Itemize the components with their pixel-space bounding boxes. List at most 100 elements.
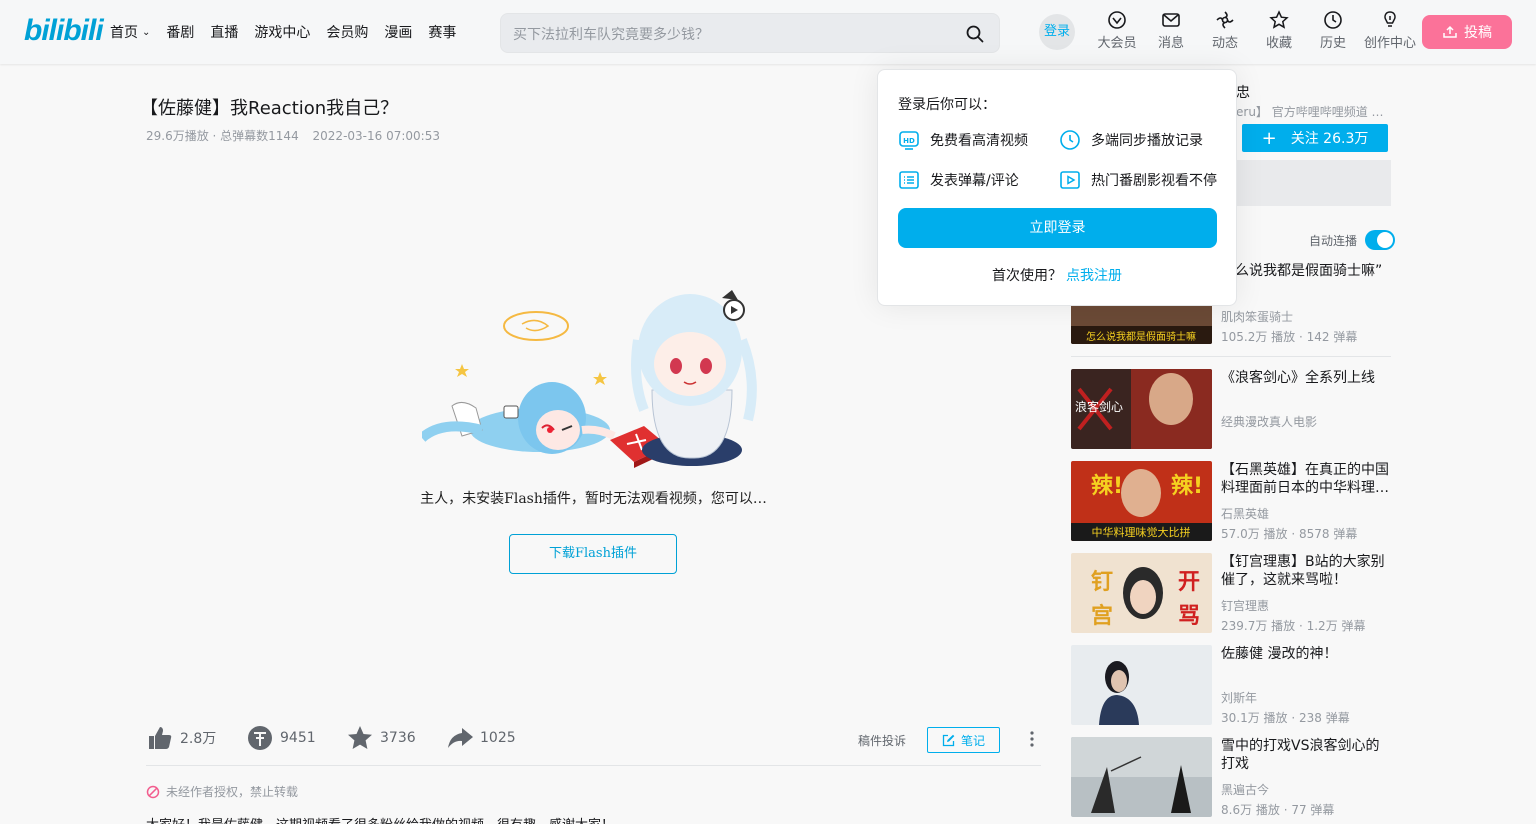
perk-sync: 多端同步播放记录: [1059, 129, 1203, 151]
download-flash-button[interactable]: 下载Flash插件: [509, 534, 677, 574]
favorites-entry[interactable]: 收藏: [1252, 10, 1306, 51]
first-time-text: 首次使用？: [992, 268, 1062, 284]
rec-uploader[interactable]: 钉宫理惠: [1221, 597, 1269, 614]
vip-label: 大会员: [1097, 36, 1137, 51]
perk-anime-label: 热门番剧影视看不停: [1091, 173, 1217, 189]
perk-comment: 发表弹幕/评论: [898, 169, 1019, 191]
nav-live[interactable]: 直播: [210, 22, 238, 42]
nav-home-label: 首页: [110, 25, 138, 41]
perk-sync-label: 多端同步播放记录: [1091, 133, 1203, 149]
nav-manga[interactable]: 漫画: [384, 22, 412, 42]
uploader-name[interactable]: 忠: [1236, 82, 1250, 102]
like-count: 2.8万: [180, 731, 217, 747]
rec-title[interactable]: 怎么说我都是假面骑士嘛”: [1221, 262, 1391, 280]
rec-title[interactable]: 【石黑英雄】在真正的中国料理面前日本的中华料理…: [1221, 461, 1391, 497]
login-avatar-button[interactable]: 登录: [1039, 14, 1075, 50]
perk-hd-label: 免费看高清视频: [930, 133, 1028, 149]
star-icon: [1269, 10, 1289, 29]
rec-stats: 105.2万 播放 · 142 弹幕: [1221, 330, 1358, 344]
rec-uploader[interactable]: 石黑英雄: [1221, 505, 1269, 522]
rec-stats: 8.6万 播放 · 77 弹幕: [1221, 803, 1335, 817]
share-button[interactable]: 1025: [446, 724, 516, 752]
login-popup: 登录后你可以： HD 免费看高清视频 多端同步播放记录 发表弹幕/评论 热门番剧…: [877, 69, 1237, 306]
header-right-icons: 大会员 消息 动态 收藏 历史 创作中心: [1090, 10, 1420, 51]
list-item[interactable]: 雪中的打戏VS浪客剑心的打戏 黑遍古今 8.6万 播放 · 77 弹幕: [1071, 737, 1391, 817]
register-prompt: 首次使用？ 点我注册: [878, 265, 1236, 285]
svg-text:辣!: 辣!: [1091, 473, 1123, 499]
svg-text:HD: HD: [903, 137, 915, 145]
thumbnail-caption: 中华料理味觉大比拼: [1092, 525, 1191, 539]
search-icon[interactable]: [965, 24, 985, 44]
like-button[interactable]: 2.8万: [146, 724, 216, 752]
autoplay-switch[interactable]: [1365, 230, 1396, 250]
video-thumbnail: [1071, 737, 1212, 817]
thumbnail-caption: 浪客剑心: [1075, 399, 1123, 414]
rec-uploader[interactable]: 黑遍古今: [1221, 781, 1269, 798]
rec-uploader[interactable]: 肌肉笨蛋骑士: [1221, 308, 1293, 325]
clock-icon: [1060, 130, 1080, 150]
video-thumbnail: 钉宫 开骂: [1071, 553, 1212, 633]
video-date: 2022-03-16 07:00:53: [312, 129, 440, 143]
list-item[interactable]: 浪客剑心 《浪客剑心》全系列上线 经典漫改真人电影: [1071, 369, 1391, 449]
rec-uploader[interactable]: 刘斯年: [1221, 689, 1257, 706]
coin-count: 9451: [280, 730, 316, 746]
svg-text:辣!: 辣!: [1171, 473, 1203, 499]
nav-anime[interactable]: 番剧: [166, 22, 194, 42]
login-now-button[interactable]: 立即登录: [898, 208, 1217, 248]
svg-text:骂: 骂: [1178, 604, 1200, 629]
follow-button[interactable]: + 关注 26.3万: [1242, 124, 1388, 152]
rec-uploader[interactable]: 经典漫改真人电影: [1221, 413, 1317, 430]
nav-game-center[interactable]: 游戏中心: [254, 22, 310, 42]
vip-entry[interactable]: 大会员: [1090, 10, 1144, 51]
rec-title[interactable]: 雪中的打戏VS浪客剑心的打戏: [1221, 737, 1391, 773]
list-item[interactable]: 钉宫 开骂 【钉宫理惠】B站的大家别催了，这就来骂啦！ 钉宫理惠 239.7万 …: [1071, 553, 1391, 633]
favorite-button[interactable]: 3736: [346, 724, 416, 752]
coin-icon: [248, 726, 272, 750]
creator-entry[interactable]: 创作中心: [1360, 10, 1420, 51]
video-description: 大家好！我是佐藤健，这期视频看了很多粉丝给我做的视频，很有趣，感谢大家！: [146, 814, 614, 824]
coin-button[interactable]: 9451: [246, 724, 316, 752]
note-label: 笔记: [960, 733, 985, 748]
hd-icon: HD: [899, 131, 919, 150]
more-options-icon[interactable]: [1026, 728, 1038, 750]
comment-list-icon: [899, 171, 919, 189]
copyright-notice: 未经作者授权，禁止转载: [146, 783, 298, 800]
nav-esports[interactable]: 赛事: [428, 22, 456, 42]
favorite-star-icon: [348, 726, 372, 749]
report-link[interactable]: 稿件投诉: [858, 732, 906, 749]
dynamic-icon: [1216, 11, 1234, 29]
message-entry[interactable]: 消息: [1144, 10, 1198, 51]
note-button[interactable]: 笔记: [927, 727, 1000, 753]
share-count: 1025: [480, 730, 516, 746]
video-thumbnail: 浪客剑心: [1071, 369, 1212, 449]
search-input[interactable]: [513, 23, 953, 45]
history-icon: [1324, 11, 1342, 29]
list-item[interactable]: 辣! 辣! 中华料理味觉大比拼 【石黑英雄】在真正的中国料理面前日本的中华料理… …: [1071, 461, 1391, 541]
register-link[interactable]: 点我注册: [1066, 268, 1122, 284]
top-header: bilibili 首页 ⌄ 番剧 直播 游戏中心 会员购 漫画 赛事 登录 大会员…: [0, 0, 1536, 64]
history-entry[interactable]: 历史: [1306, 10, 1360, 51]
dynamic-label: 动态: [1211, 36, 1238, 51]
svg-text:开: 开: [1178, 570, 1200, 595]
svg-text:钉: 钉: [1091, 569, 1113, 595]
history-label: 历史: [1319, 36, 1346, 51]
autoplay-toggle[interactable]: 自动连播: [1309, 230, 1396, 250]
perk-anime: 热门番剧影视看不停: [1059, 169, 1217, 191]
nav-mall[interactable]: 会员购: [326, 22, 368, 42]
favorite-count: 3736: [380, 730, 416, 746]
upload-icon: [1443, 25, 1457, 38]
danmaku-list-panel[interactable]: [1236, 160, 1391, 206]
rec-stats: 57.0万 播放 · 8578 弹幕: [1221, 527, 1358, 541]
rec-title[interactable]: 佐藤健 漫改的神！: [1221, 645, 1391, 663]
upload-button[interactable]: 投稿: [1422, 15, 1512, 49]
upload-label: 投稿: [1464, 25, 1492, 41]
dynamic-entry[interactable]: 动态: [1198, 10, 1252, 51]
rec-title[interactable]: 【钉宫理惠】B站的大家别催了，这就来骂啦！: [1221, 553, 1391, 589]
rec-stats: 239.7万 播放 · 1.2万 弹幕: [1221, 619, 1366, 633]
bilibili-logo[interactable]: bilibili: [24, 14, 104, 48]
list-item[interactable]: 佐藤健 漫改的神！ 刘斯年 30.1万 播放 · 238 弹幕: [1071, 645, 1391, 725]
nav-home[interactable]: 首页 ⌄: [110, 22, 150, 42]
video-thumbnail: [1071, 645, 1212, 725]
rec-title[interactable]: 《浪客剑心》全系列上线: [1221, 369, 1391, 387]
rec-stats: 30.1万 播放 · 238 弹幕: [1221, 711, 1350, 725]
